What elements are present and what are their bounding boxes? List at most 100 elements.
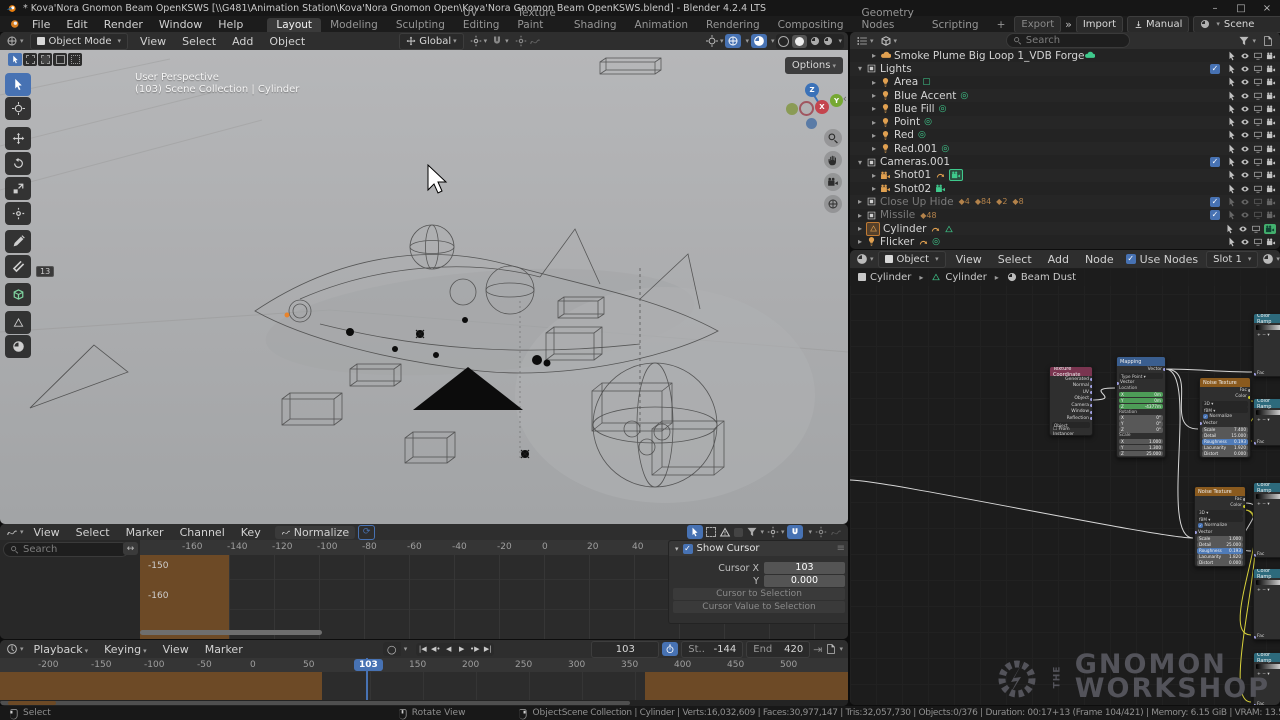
disable-render-icon[interactable]	[1266, 117, 1276, 127]
param-lacunarity[interactable]: Lacunarity1.820	[1197, 554, 1243, 560]
outliner-options-icon[interactable]	[1262, 35, 1274, 47]
field-rotation-1[interactable]: Y0°	[1119, 421, 1163, 427]
proportional-editing-icon[interactable]	[515, 35, 527, 47]
channel-search-input[interactable]: Search	[3, 542, 129, 557]
workspace-tab-sculpting[interactable]: Sculpting	[387, 18, 454, 32]
hide-viewport-icon[interactable]	[1240, 117, 1250, 127]
disable-render-icon[interactable]	[1266, 64, 1276, 74]
disable-viewport-icon[interactable]	[1253, 77, 1263, 87]
collection-checkbox[interactable]: ✓	[1210, 64, 1220, 74]
outliner-row-blue-accent[interactable]: ▸Blue Accent◎	[850, 89, 1280, 102]
from-instancer-row[interactable]: ☐ From Instancer	[1050, 429, 1092, 436]
menu-timeline-marker[interactable]: Marker	[197, 643, 251, 656]
shading-material-icon[interactable]	[810, 36, 820, 46]
play-reverse-button[interactable]: ◀	[442, 643, 455, 656]
outliner-row-area[interactable]: ▸Area▢	[850, 76, 1280, 89]
jump-to-end-button[interactable]: ▶|	[481, 643, 494, 656]
playhead-label[interactable]: 103	[354, 659, 383, 671]
outliner-row-shot02[interactable]: ▸Shot02	[850, 182, 1280, 195]
timeline-editor-type-icon[interactable]: ▾	[6, 643, 24, 655]
workspace-tab-texture-paint[interactable]: Texture Paint	[508, 6, 564, 32]
timeline-view-menu-icon[interactable]: ▾	[825, 643, 843, 655]
auto-keying-icon[interactable]: ○	[383, 642, 401, 656]
param-roughness[interactable]: Roughness0.193	[1202, 439, 1248, 445]
workspace-tab-modeling[interactable]: Modeling	[321, 18, 387, 32]
type-dropdown[interactable]: Type Point ▾	[1119, 373, 1163, 379]
camera-view-icon[interactable]	[824, 173, 842, 191]
selectable-icon[interactable]	[1227, 237, 1237, 247]
menu-graph-view[interactable]: View	[26, 526, 68, 539]
tool-tosphere-button[interactable]	[5, 335, 31, 358]
gizmo-minus-y-axis[interactable]	[786, 103, 798, 115]
play-button[interactable]: ▶	[455, 643, 468, 656]
overlays-toggle-icon[interactable]	[725, 34, 741, 48]
disable-viewport-icon[interactable]	[1253, 91, 1263, 101]
shader-mode-dropdown[interactable]: Object▾	[878, 251, 946, 268]
disclosure-icon[interactable]: ▸	[868, 184, 880, 193]
collection-checkbox[interactable]: ✓	[1210, 210, 1220, 220]
tool-shear-button[interactable]	[5, 311, 31, 334]
tool-move-button[interactable]	[5, 127, 31, 150]
workspace-tab-animation[interactable]: Animation	[626, 18, 698, 32]
ramp-controls[interactable]: + − ▾	[1254, 332, 1280, 339]
hide-viewport-icon[interactable]	[1240, 130, 1250, 140]
disable-render-icon[interactable]	[1266, 237, 1276, 247]
workspace-tab-rendering[interactable]: Rendering	[697, 18, 769, 32]
outliner-row-smoke-plume-big-loop-1-vdb-forge[interactable]: ▸Smoke Plume Big Loop 1_VDB Forge	[850, 49, 1280, 62]
xray-toggle-icon[interactable]	[751, 34, 767, 48]
filter-icon[interactable]: ▾	[1238, 35, 1256, 47]
select-mode-invert[interactable]	[53, 53, 67, 66]
tool-cursor-button[interactable]	[5, 97, 31, 120]
menu-timeline-playback[interactable]: Playback▾	[26, 643, 97, 656]
select-mode-intersect[interactable]	[68, 53, 82, 66]
scene-selector[interactable]: ▾ Scene ×	[1193, 16, 1280, 33]
dimensions-dropdown[interactable]: 3D ▾	[1202, 401, 1248, 407]
disable-viewport-icon[interactable]	[1253, 210, 1263, 220]
param-roughness[interactable]: Roughness0.193	[1197, 548, 1243, 554]
disclosure-icon[interactable]: ▸	[868, 171, 880, 180]
selectable-icon[interactable]	[1227, 157, 1237, 167]
use-nodes-checkbox[interactable]: ✓Use Nodes	[1126, 253, 1199, 266]
disable-viewport-icon[interactable]	[1253, 144, 1263, 154]
menu-viewport-object[interactable]: Object	[261, 35, 313, 48]
manual-button[interactable]: Manual	[1127, 16, 1189, 33]
disable-render-icon[interactable]	[1266, 144, 1276, 154]
param-detail[interactable]: Detail15.000	[1202, 433, 1248, 439]
tool-rotate-button[interactable]	[5, 152, 31, 175]
select-mode-extend[interactable]	[23, 53, 37, 66]
cursor-to-selection-button[interactable]: Cursor to Selection	[673, 588, 845, 600]
selectable-icon[interactable]	[1227, 210, 1237, 220]
gizmo-x-axis[interactable]: X	[815, 100, 829, 114]
minimize-button[interactable]: –	[1202, 3, 1228, 14]
import-button[interactable]: Import	[1076, 16, 1123, 33]
jump-to-start-button[interactable]: |◀	[416, 643, 429, 656]
menu-shader-select[interactable]: Select	[990, 253, 1040, 266]
hide-viewport-icon[interactable]	[1240, 77, 1250, 87]
menu-graph-channel[interactable]: Channel	[172, 526, 233, 539]
disable-viewport-icon[interactable]	[1251, 224, 1261, 234]
hide-viewport-icon[interactable]	[1240, 144, 1250, 154]
disclosure-icon[interactable]: ▸	[868, 131, 880, 140]
menu-graph-key[interactable]: Key	[233, 526, 269, 539]
gizmo-minus-x-axis[interactable]	[799, 101, 814, 116]
editor-type-icon[interactable]: ▾	[6, 35, 24, 47]
transform-orientation-dropdown[interactable]: Global▾	[399, 33, 463, 50]
outliner-row-blue-fill[interactable]: ▸Blue Fill◎	[850, 102, 1280, 115]
selectable-icon[interactable]	[1227, 104, 1237, 114]
auto-keying-caret[interactable]: ▾	[404, 645, 408, 653]
gizmo-minus-z-axis[interactable]	[806, 118, 817, 129]
selectable-icon[interactable]	[1227, 91, 1237, 101]
slot-dropdown[interactable]: Slot 1▾	[1206, 251, 1258, 268]
disable-viewport-icon[interactable]	[1253, 64, 1263, 74]
ramp-gradient[interactable]	[1256, 580, 1280, 585]
hide-viewport-icon[interactable]	[1240, 157, 1250, 167]
selectable-icon[interactable]	[1227, 77, 1237, 87]
export-button[interactable]: Export	[1014, 16, 1061, 33]
field-rotation-2[interactable]: Z0°	[1119, 427, 1163, 433]
tool-measure-button[interactable]	[5, 255, 31, 278]
disable-viewport-icon[interactable]	[1253, 197, 1263, 207]
selectable-icon[interactable]	[1227, 170, 1237, 180]
outliner-row-red[interactable]: ▸Red◎	[850, 129, 1280, 142]
disable-viewport-icon[interactable]	[1253, 170, 1263, 180]
node-color-ramp-2[interactable]: Color Ramp+ − ▾Fac	[1253, 398, 1280, 446]
